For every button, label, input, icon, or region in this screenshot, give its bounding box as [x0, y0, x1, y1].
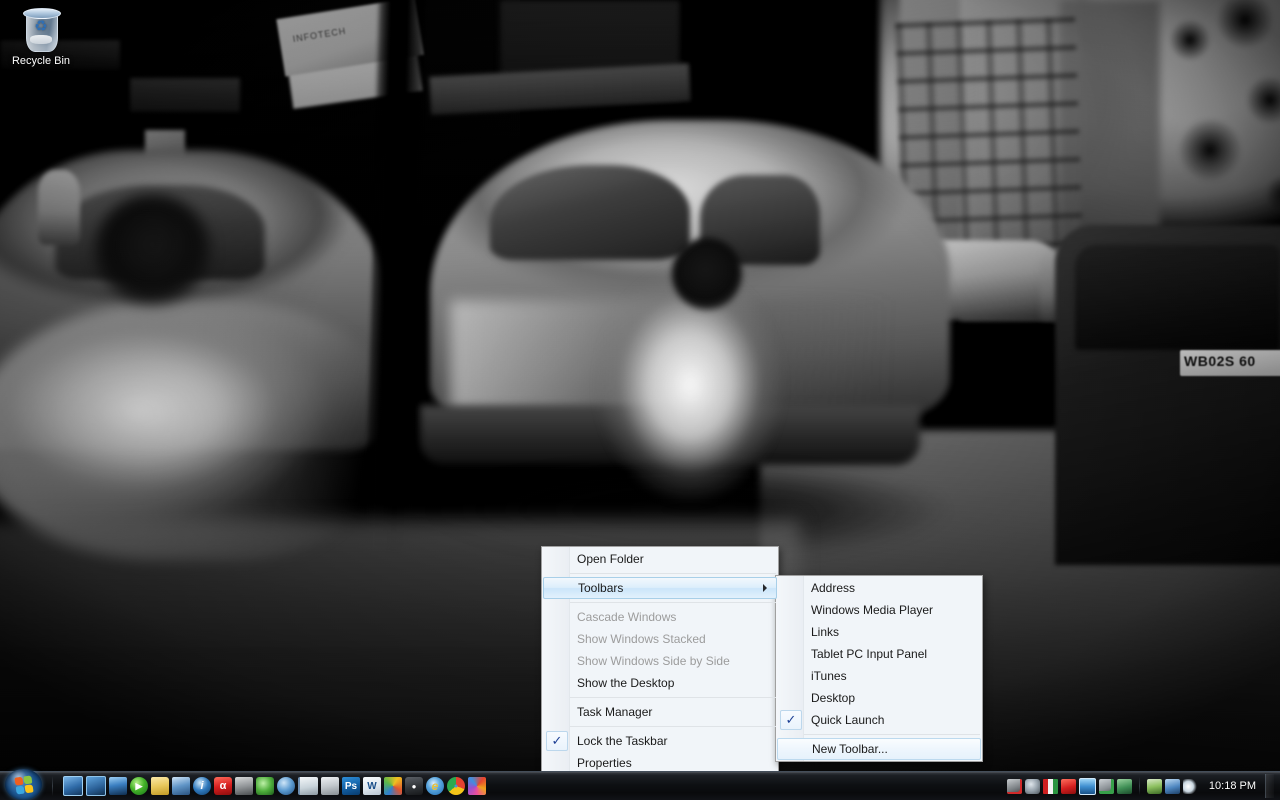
menu-item-cascade-windows: Cascade Windows — [542, 606, 778, 628]
switch-windows-icon[interactable] — [86, 776, 106, 796]
submenu-item-windows-media-player[interactable]: Windows Media Player — [776, 599, 982, 621]
menu-item-label: Lock the Taskbar — [577, 734, 668, 748]
show-desktop-button[interactable] — [1265, 774, 1274, 798]
info-icon[interactable]: i — [193, 777, 211, 795]
menu-item-label: Windows Media Player — [811, 603, 934, 617]
globe-icon[interactable] — [277, 777, 295, 795]
avira-tray-icon[interactable] — [1060, 778, 1076, 794]
menu-item-open-folder[interactable]: Open Folder — [542, 548, 778, 570]
menu-item-label: Open Folder — [577, 552, 644, 566]
desktop-icon-recycle-bin[interactable]: ♻ Recycle Bin — [4, 4, 78, 68]
windows-logo-icon — [5, 769, 42, 800]
submenu-item-itunes[interactable]: iTunes — [776, 665, 982, 687]
power-icon[interactable] — [1146, 778, 1162, 794]
menu-item-label: Address — [811, 581, 856, 595]
menu-item-label: Links — [811, 625, 840, 639]
menu-item-label: New Toolbar... — [812, 742, 888, 756]
menu-separator — [570, 573, 776, 574]
menu-item-show-windows-side-by-side: Show Windows Side by Side — [542, 650, 778, 672]
menu-item-label: Quick Launch — [811, 713, 885, 727]
menu-item-label: Tablet PC Input Panel — [811, 647, 928, 661]
checkmark-icon: ✓ — [780, 710, 802, 730]
menu-item-lock-the-taskbar[interactable]: ✓ Lock the Taskbar — [542, 730, 778, 752]
submenu-item-address[interactable]: Address — [776, 577, 982, 599]
menu-item-label: Cascade Windows — [577, 610, 677, 624]
ie-label: e — [431, 779, 439, 793]
word-label: W — [367, 780, 377, 792]
notepad-icon[interactable] — [298, 777, 318, 795]
menu-separator — [570, 602, 776, 603]
recycle-bin-icon: ♻ — [19, 7, 63, 53]
chrome-icon[interactable]: ● — [447, 777, 465, 795]
internet-explorer-icon[interactable]: e — [426, 777, 444, 795]
menu-item-label: Show Windows Side by Side — [577, 654, 730, 668]
network-icon[interactable] — [1164, 778, 1180, 794]
menu-item-toolbars[interactable]: Toolbars — [543, 577, 777, 599]
quick-launch-divider — [52, 776, 53, 796]
submenu-item-quick-launch[interactable]: ✓ Quick Launch — [776, 709, 982, 731]
submenu-item-tablet-pc-input-panel[interactable]: Tablet PC Input Panel — [776, 643, 982, 665]
quick-launch-toolbar[interactable]: ▶ i α Ps W ● e ● — [57, 776, 486, 796]
menu-separator — [570, 726, 776, 727]
menu-item-properties[interactable]: Properties — [542, 752, 778, 774]
menu-item-label: Task Manager — [577, 705, 653, 719]
menu-item-label: Show the Desktop — [577, 676, 675, 690]
menu-separator — [804, 734, 980, 735]
toolbars-submenu[interactable]: Address Windows Media Player Links Table… — [775, 575, 983, 762]
taskbar[interactable]: ▶ i α Ps W ● e ● 10:18 PM — [0, 769, 1280, 800]
colorful-star-icon[interactable] — [468, 777, 486, 795]
menu-item-task-manager[interactable]: Task Manager — [542, 701, 778, 723]
taskbar-context-menu[interactable]: Open Folder Toolbars Cascade Windows Sho… — [541, 546, 779, 776]
desktop-icon-label: Recycle Bin — [11, 55, 71, 67]
menu-item-label: Show Windows Stacked — [577, 632, 706, 646]
system-tray[interactable]: 10:18 PM — [1006, 774, 1280, 798]
desktop-screen: WB02S 60 INFOTECH ♻ Recycle Bin Open Fol… — [0, 0, 1280, 800]
keyboard-icon[interactable] — [235, 777, 253, 795]
battery-tray-icon[interactable] — [1078, 777, 1096, 795]
plug-icon[interactable] — [256, 777, 274, 795]
menu-item-label: Properties — [577, 756, 632, 770]
chevron-right-icon — [763, 584, 767, 592]
picasa-icon[interactable] — [384, 777, 402, 795]
submenu-item-new-toolbar[interactable]: New Toolbar... — [777, 738, 981, 760]
computer-icon[interactable] — [109, 777, 127, 795]
volume-icon[interactable] — [1182, 778, 1198, 794]
monitor-tray-icon[interactable] — [1116, 778, 1132, 794]
menu-item-label: Desktop — [811, 691, 856, 705]
folder-icon[interactable] — [151, 777, 169, 795]
menu-item-show-the-desktop[interactable]: Show the Desktop — [542, 672, 778, 694]
menu-item-label: Toolbars — [578, 581, 624, 595]
calculator-blue-icon[interactable] — [172, 777, 190, 795]
show-desktop-icon[interactable] — [63, 776, 83, 796]
network-error-icon[interactable] — [1006, 778, 1022, 794]
submenu-item-links[interactable]: Links — [776, 621, 982, 643]
word-icon[interactable]: W — [363, 777, 381, 795]
camera-icon[interactable]: ● — [405, 777, 423, 795]
start-orb-button[interactable] — [0, 769, 48, 800]
photoshop-icon[interactable]: Ps — [342, 777, 360, 795]
tray-divider — [1138, 777, 1140, 795]
menu-item-label: iTunes — [811, 669, 847, 683]
checkmark-icon: ✓ — [546, 731, 568, 751]
submenu-item-desktop[interactable]: Desktop — [776, 687, 982, 709]
flag-icon[interactable] — [1042, 778, 1058, 794]
messenger-icon[interactable] — [1024, 778, 1040, 794]
photoshop-label: Ps — [344, 780, 358, 792]
avira-icon[interactable]: α — [214, 777, 232, 795]
menu-separator — [570, 697, 776, 698]
taskbar-clock[interactable]: 10:18 PM — [1201, 780, 1262, 792]
menu-item-show-windows-stacked: Show Windows Stacked — [542, 628, 778, 650]
media-play-icon[interactable]: ▶ — [130, 777, 148, 795]
update-check-icon[interactable] — [1098, 778, 1114, 794]
calculator-icon[interactable] — [321, 777, 339, 795]
